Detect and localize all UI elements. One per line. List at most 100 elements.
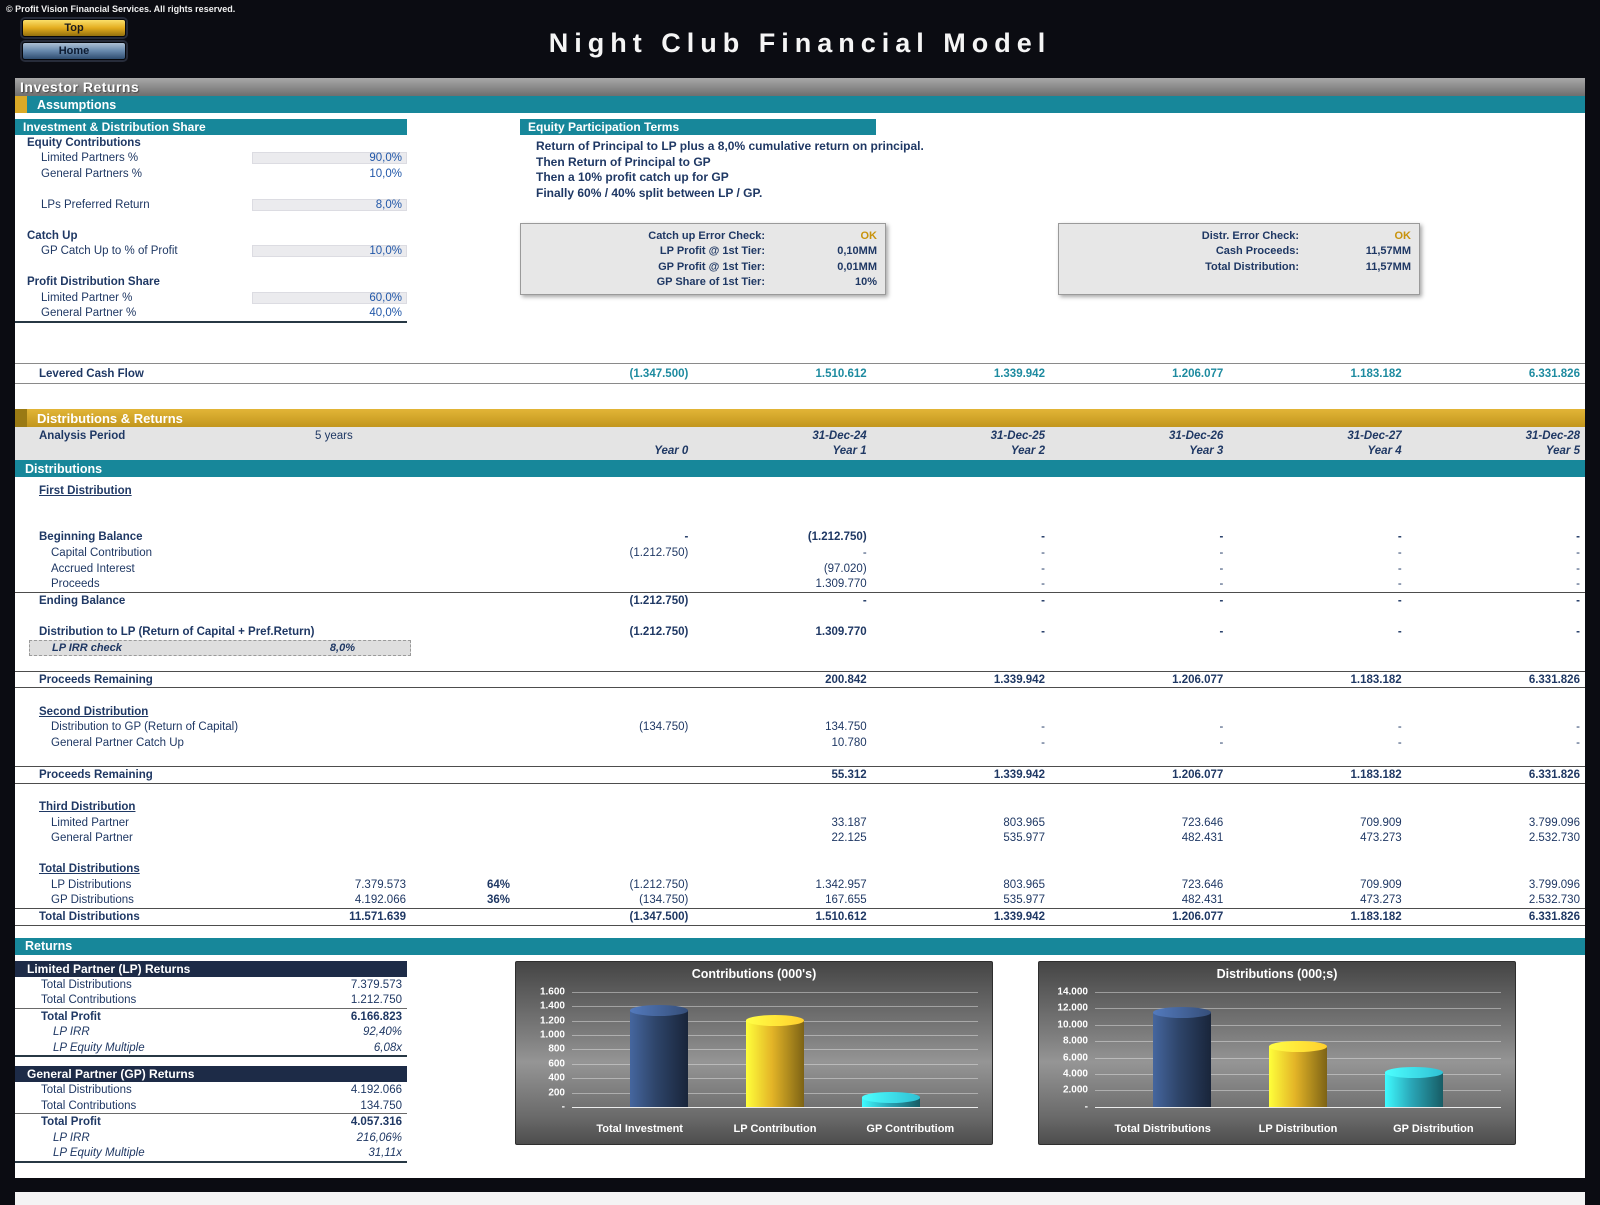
spacer-row [15, 259, 407, 275]
y-tick-label: 2.000 [1062, 1084, 1088, 1096]
table-cell: (1.347.500) [629, 911, 689, 924]
period-date: 31-Dec-26 [1168, 430, 1224, 443]
chart-bars [572, 992, 978, 1107]
assumption-row: Equity Contributions [15, 135, 407, 151]
spacer-row [15, 784, 1585, 800]
levered-cash-flow-value: 1.510.612 [815, 367, 867, 380]
analysis-period-block: Analysis Period 5 years 31-Dec-24 31-Dec-25… [15, 427, 1585, 460]
table-cell: - [1397, 531, 1402, 544]
returns-value: 4.192.066 [350, 1084, 402, 1097]
levered-cash-flow-value: 1.183.182 [1350, 367, 1402, 380]
table-cell: 473.273 [1360, 832, 1402, 845]
check-rows: Cash Proceeds: 11,57MM Total Distribution:… [1067, 244, 1411, 275]
assumption-group-label: Equity Contributions [27, 136, 141, 149]
table-cell: - [1397, 594, 1402, 607]
lp-irr-check-value: 8,0% [329, 641, 355, 654]
returns-value: 31,11x [368, 1147, 402, 1160]
table-cell: 723.646 [1181, 816, 1224, 829]
levered-cash-flow-value: (1.347.500) [629, 367, 689, 380]
assumption-input-cell[interactable]: 8,0% [252, 198, 407, 211]
table-cell: - [1576, 594, 1580, 607]
y-tick-label: 1.000 [539, 1029, 565, 1041]
check-row: Cash Proceeds: 11,57MM [1067, 244, 1411, 260]
spacer-row [15, 213, 407, 229]
period-year-label: Year 5 [1545, 444, 1580, 457]
lp-returns-table: Limited Partner (LP) Returns Total Distr… [15, 960, 407, 1058]
chart-bar [1153, 1006, 1211, 1107]
chart-bar-top [1153, 1006, 1211, 1018]
chart-plot: - 2.000 4.000 6.000 8.000 10.000 12.000 14.000 [1057, 986, 1501, 1112]
y-tick-label: 12.000 [1057, 1002, 1088, 1014]
table-cell: 482.431 [1181, 894, 1224, 907]
table-cell: 134.750 [825, 721, 867, 734]
assumption-input-cell[interactable]: 10,0% [252, 245, 407, 258]
table-cell: 1.206.077 [1172, 673, 1224, 686]
period-year-label: Year 3 [1189, 444, 1224, 457]
returns-row: Total Profit 6.166.823 [15, 1007, 407, 1025]
distributions-section-bar: Distributions [15, 460, 1585, 477]
levered-cash-flow-value: 1.339.942 [993, 367, 1045, 380]
period-year-label: Year 0 [654, 444, 689, 457]
check-row: Total Distribution: 11,57MM [1067, 259, 1411, 275]
period-date: 31-Dec-27 [1347, 430, 1402, 443]
period-year-label: Year 2 [1010, 444, 1045, 457]
returns-row: Total Contributions 134.750 [15, 1098, 407, 1114]
assumption-rows: Equity Contributions Limited Partners % 90… [15, 135, 407, 321]
percent-cell: 64% [486, 878, 510, 891]
chart-bar-top [746, 1014, 804, 1026]
table-cell: - [1041, 531, 1045, 544]
gp-returns-table: General Partner (GP) Returns Total Distr… [15, 1066, 407, 1163]
y-tick-label: 200 [548, 1087, 565, 1098]
home-button[interactable]: Home [22, 42, 126, 60]
table-row: General Partner 22.125 535.977 482.431 473.2… [15, 830, 1585, 846]
chart-bar-top [630, 1005, 688, 1016]
assumption-row: GP Catch Up to % of Profit 10,0% [15, 244, 407, 260]
equity-terms-column: Equity Participation Terms Return of Pri… [520, 119, 1585, 323]
table-cell: (134.750) [639, 721, 689, 734]
assumption-input-cell[interactable]: 90,0% [252, 152, 407, 165]
table-row: Limited Partner 33.187 803.965 723.646 709.9… [15, 815, 1585, 831]
returns-value: 7.379.573 [350, 978, 402, 991]
assumption-value: 40,0% [369, 307, 402, 320]
total-cell: 4.192.066 [354, 894, 406, 907]
assumption-label: General Partner % [41, 307, 137, 320]
table-cell: - [1219, 736, 1224, 749]
check-value: 11,57MM [1365, 260, 1411, 273]
check-row: LP Profit @ 1st Tier: 0,10MM [529, 244, 877, 260]
equity-term-line: Finally 60% / 40% split between LP / GP. [536, 185, 763, 200]
chart-xlabels: Total Distributions LP Distribution GP Dis… [1095, 1123, 1501, 1135]
x-axis-label: LP Contribution [733, 1122, 817, 1135]
top-button[interactable]: Top [22, 19, 126, 37]
row-label: General Partner Catch Up [51, 736, 184, 749]
assumption-group-label: Catch Up [27, 229, 78, 242]
assumption-label: Limited Partners % [41, 152, 139, 165]
returns-rows: Total Distributions 7.379.573 Total Contri… [15, 977, 407, 1056]
assumption-value: 10,0% [369, 167, 402, 180]
table-cell: 535.977 [1003, 894, 1045, 907]
returns-label: LP IRR [53, 1131, 90, 1144]
table-cell: 1.339.942 [993, 673, 1045, 686]
table-subheader-label: Second Distribution [39, 705, 149, 718]
table-cell: 1.309.770 [815, 578, 867, 591]
returns-value: 92,40% [362, 1026, 402, 1039]
returns-label: Total Contributions [41, 994, 137, 1007]
table-cell: - [1397, 546, 1402, 559]
chart-title: Distributions (000;s) [1216, 966, 1338, 981]
row-label: Total Distributions [39, 911, 140, 924]
table-cell: 33.187 [831, 816, 867, 829]
assumption-input-cell[interactable]: 60,0% [252, 291, 407, 304]
table-cell: 200.842 [825, 673, 867, 686]
chart-bar [1385, 1067, 1443, 1107]
row-label: General Partner [51, 832, 133, 845]
spacer-row [15, 182, 407, 198]
assumption-row: Catch Up [15, 228, 407, 244]
y-tick-label: 1.200 [539, 1015, 565, 1027]
x-axis-label: Total Investment [596, 1122, 683, 1135]
period-date: 31-Dec-24 [812, 430, 867, 443]
table-cell: 1.183.182 [1350, 673, 1402, 686]
assumption-label: Limited Partner % [41, 291, 133, 304]
table-cell: 167.655 [825, 894, 867, 907]
chart-bar [1269, 1041, 1327, 1107]
lp-irr-check-row: LP IRR check 8,0% [15, 639, 1585, 656]
y-tick-label: - [561, 1101, 565, 1113]
